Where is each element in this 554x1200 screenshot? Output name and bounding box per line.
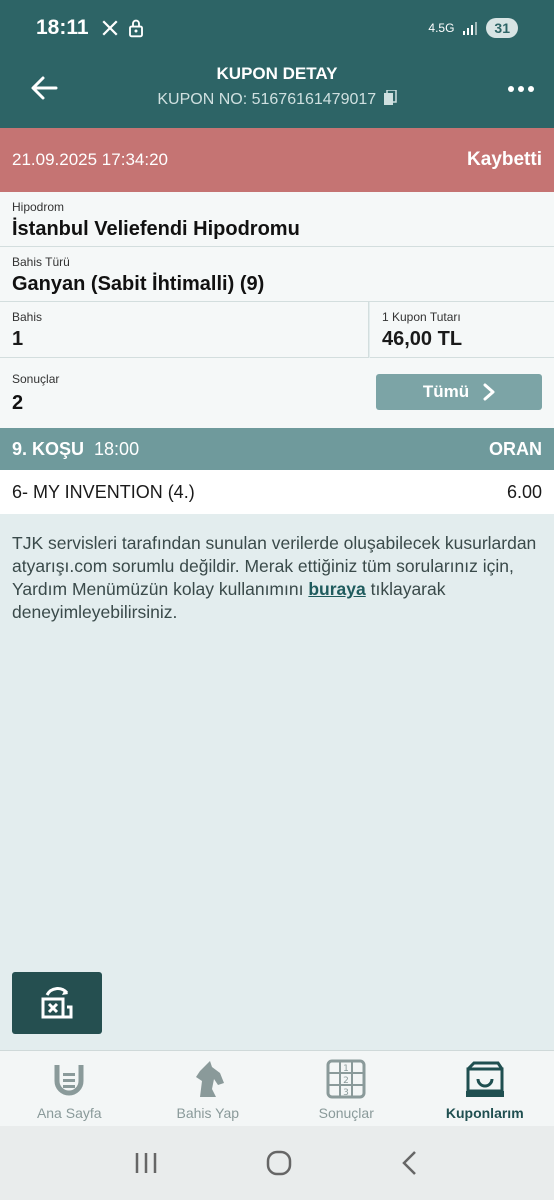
nav-coupons[interactable]: Kuponlarım xyxy=(416,1051,554,1126)
bet-amount-row: Bahis 1 1 Kupon Tutarı 46,00 TL xyxy=(0,302,554,358)
signal-icon xyxy=(463,22,478,35)
amount-value: 46,00 TL xyxy=(382,328,463,350)
selection-row: 6- MY INVENTION (4.) 6.00 xyxy=(0,470,554,514)
svg-text:1: 1 xyxy=(343,1064,349,1074)
more-options-icon[interactable] xyxy=(506,74,536,104)
nav-bet[interactable]: Bahis Yap xyxy=(139,1051,278,1126)
back-icon[interactable] xyxy=(399,1149,421,1177)
system-nav-bar xyxy=(0,1126,554,1200)
help-link[interactable]: buraya xyxy=(308,579,365,599)
disclaimer-text: TJK servisleri tarafından sunulan verile… xyxy=(12,532,542,624)
coupon-datetime: 21.09.2025 17:34:20 xyxy=(12,150,168,169)
hippodrome-section: Hipodrom İstanbul Veliefendi Hipodromu xyxy=(0,192,554,247)
svg-text:3: 3 xyxy=(343,1088,349,1098)
results-value: 2 xyxy=(12,392,24,414)
nav-results[interactable]: 1 2 3 Sonuçlar xyxy=(277,1051,416,1126)
nav-coupons-label: Kuponlarım xyxy=(445,1105,524,1121)
bet-type-section: Bahis Türü Ganyan (Sabit İhtimalli) (9) xyxy=(0,247,554,302)
x-logo-icon xyxy=(102,20,118,36)
race-time: 18:00 xyxy=(94,438,140,459)
horse-selection: 6- MY INVENTION (4.) xyxy=(12,481,195,502)
disclaimer-part-1: TJK servisleri tarafından sunulan verile… xyxy=(12,533,537,599)
amount-section: 1 Kupon Tutarı 46,00 TL xyxy=(370,302,554,358)
bet-type-label: Bahis Türü xyxy=(12,255,70,269)
results-grid-icon: 1 2 3 xyxy=(326,1059,366,1099)
battery-badge: 31 xyxy=(486,18,518,38)
nav-home[interactable]: Ana Sayfa xyxy=(0,1051,139,1126)
bet-label: Bahis xyxy=(12,310,43,324)
coupon-result: Kaybetti xyxy=(467,149,542,170)
bet-section: Bahis 1 xyxy=(0,302,369,358)
copy-icon[interactable] xyxy=(383,89,397,106)
race-name: 9. KOŞU xyxy=(12,438,85,459)
nav-bet-label: Bahis Yap xyxy=(176,1105,240,1121)
all-results-button[interactable]: Tümü xyxy=(376,374,542,410)
odds-header: ORAN xyxy=(489,438,542,459)
race-header: 9. KOŞU 18:00 ORAN xyxy=(0,428,554,470)
coupon-status-row: 21.09.2025 17:34:20 Kaybetti xyxy=(0,128,554,192)
coupon-number-text: KUPON NO: 51676161479017 xyxy=(157,91,377,108)
page-title: KUPON DETAY xyxy=(216,64,338,83)
status-bar: 18:11 4.5G 31 xyxy=(0,0,554,56)
results-section: Sonuçlar 2 Tümü xyxy=(0,358,554,428)
coupons-icon xyxy=(465,1061,504,1097)
results-label: Sonuçlar xyxy=(12,372,60,386)
svg-text:2: 2 xyxy=(343,1076,349,1086)
remove-coupon-button[interactable] xyxy=(12,972,102,1034)
coupon-number[interactable]: KUPON NO: 51676161479017 xyxy=(0,89,554,109)
app-bar: KUPON DETAY KUPON NO: 51676161479017 xyxy=(0,56,554,128)
home-icon[interactable] xyxy=(265,1149,293,1177)
bottom-nav: Ana Sayfa Bahis Yap 1 2 3 Sonuçlar Kupon… xyxy=(0,1050,554,1126)
bet-value: 1 xyxy=(12,328,24,350)
bet-type-value: Ganyan (Sabit İhtimalli) (9) xyxy=(12,273,265,295)
amount-label: 1 Kupon Tutarı xyxy=(382,310,461,324)
status-time: 18:11 xyxy=(36,16,89,39)
hippodrome-value: İstanbul Veliefendi Hipodromu xyxy=(12,218,300,240)
horseshoe-icon xyxy=(54,1065,84,1096)
horse-head-icon xyxy=(195,1061,224,1097)
lock-icon xyxy=(128,19,143,38)
nav-results-label: Sonuçlar xyxy=(318,1105,374,1121)
network-type: 4.5G xyxy=(428,21,455,35)
all-results-label: Tümü xyxy=(422,382,470,401)
hippodrome-label: Hipodrom xyxy=(12,200,65,214)
nav-home-label: Ana Sayfa xyxy=(36,1105,102,1121)
selection-odds: 6.00 xyxy=(506,481,542,502)
coupon-remove-icon xyxy=(41,987,73,1019)
chevron-right-icon xyxy=(483,383,495,401)
recent-apps-icon[interactable] xyxy=(133,1150,159,1176)
